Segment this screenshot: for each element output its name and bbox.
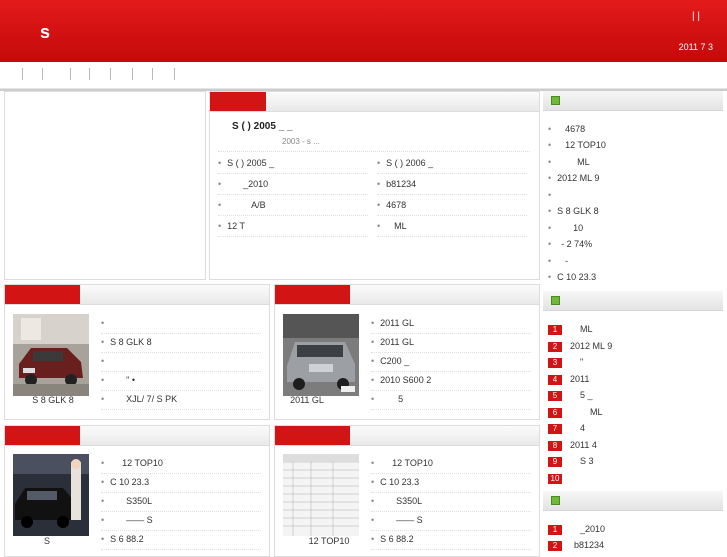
list-item[interactable]: • —— S bbox=[371, 510, 531, 531]
news-section-1: S 8 GLK 8 • • S 8 GLK 8 • • " • • XJL/ 7/ S… bbox=[4, 284, 270, 420]
sidebar-item[interactable]: • S 8 GLK 8 bbox=[548, 203, 720, 219]
ranked-item[interactable]: 8 2011 4 bbox=[548, 437, 720, 453]
list-item[interactable]: • A/B bbox=[218, 195, 368, 216]
main-nav bbox=[0, 62, 727, 89]
section-header-bar bbox=[5, 285, 269, 305]
spec-table-image[interactable] bbox=[283, 454, 359, 536]
green-arrow-icon bbox=[551, 296, 560, 305]
list-item[interactable]: • C 10 23.3 bbox=[101, 472, 261, 493]
ranked-item[interactable]: 6 ML bbox=[548, 404, 720, 420]
list-item[interactable]: • ML bbox=[377, 216, 527, 237]
list-item[interactable]: • bbox=[101, 351, 261, 372]
sidebar-item[interactable]: • 12 TOP10 bbox=[548, 137, 720, 153]
list-item[interactable]: • " • bbox=[101, 370, 261, 391]
feature-news-box: S ( ) 2005 _ _ 2003 - s ... • S ( ) 2005 … bbox=[209, 91, 540, 280]
header-date: 2011 7 3 bbox=[678, 42, 713, 52]
ranked-item[interactable]: 4 2011 bbox=[548, 371, 720, 387]
sidebar-item[interactable]: • - 2 74% bbox=[548, 236, 720, 252]
sidebar-header-3 bbox=[543, 491, 723, 511]
green-arrow-icon bbox=[551, 96, 560, 105]
ranked-item[interactable]: 2 2012 ML 9 bbox=[548, 338, 720, 354]
list-item[interactable]: • S ( ) 2005 _ bbox=[218, 153, 368, 174]
feature-header-bar bbox=[210, 92, 539, 112]
site-logo[interactable]: s bbox=[40, 22, 50, 43]
section-tab[interactable] bbox=[275, 285, 350, 304]
feature-headline[interactable]: S ( ) 2005 _ _ bbox=[232, 121, 293, 132]
section-tab[interactable] bbox=[5, 285, 80, 304]
list-item[interactable]: • C200 _ bbox=[371, 351, 531, 372]
nav-item-2[interactable] bbox=[42, 68, 43, 80]
sidebar-item[interactable]: • bbox=[548, 187, 720, 203]
sidebar-item[interactable]: • C 10 23.3 bbox=[548, 269, 720, 285]
list-item[interactable]: • S350L bbox=[371, 491, 531, 512]
ranked-item[interactable]: 55 _ bbox=[548, 387, 720, 403]
list-item[interactable]: • 12 T bbox=[218, 216, 368, 237]
list-item[interactable]: • 2011 GL bbox=[371, 313, 531, 334]
slideshow-box[interactable] bbox=[4, 91, 206, 280]
list-item[interactable]: • C 10 23.3 bbox=[371, 472, 531, 493]
ranked-item[interactable]: 10 bbox=[548, 470, 720, 486]
ranked-item[interactable]: 1 _2010 bbox=[548, 521, 720, 537]
ranked-item[interactable]: 9S 3 bbox=[548, 453, 720, 469]
nav-item-3[interactable] bbox=[70, 68, 71, 80]
feature-tab[interactable] bbox=[210, 92, 266, 111]
sidebar-item[interactable]: • 10 bbox=[548, 220, 720, 236]
nav-item-4[interactable] bbox=[89, 68, 90, 80]
car-photo[interactable] bbox=[13, 314, 89, 396]
list-item[interactable]: • b81234 bbox=[377, 174, 527, 195]
sidebar-item[interactable]: • ML bbox=[548, 154, 720, 170]
list-item[interactable]: • 2010 S600 2 bbox=[371, 370, 531, 391]
green-arrow-icon bbox=[551, 496, 560, 505]
nav-item-5[interactable] bbox=[110, 68, 111, 80]
list-item[interactable]: • 2011 GL bbox=[371, 332, 531, 353]
nav-item-7[interactable] bbox=[152, 68, 153, 80]
list-item[interactable]: • bbox=[101, 313, 261, 334]
list-item[interactable]: • S 8 GLK 8 bbox=[101, 332, 261, 353]
car-photo[interactable] bbox=[283, 314, 359, 396]
sidebar-header-1 bbox=[543, 91, 723, 111]
section-tab[interactable] bbox=[275, 426, 350, 445]
section-header-bar bbox=[275, 285, 539, 305]
divider bbox=[218, 151, 530, 152]
list-item[interactable]: • _2010 bbox=[218, 174, 368, 195]
list-item[interactable]: • S 6 88.2 bbox=[371, 529, 531, 550]
sidebar-item[interactable]: • - bbox=[548, 253, 720, 269]
list-item[interactable]: • 12 TOP10 bbox=[371, 453, 531, 474]
nav-item-6[interactable] bbox=[132, 68, 133, 80]
list-item[interactable]: • XJL/ 7/ S PK bbox=[101, 389, 261, 410]
news-section-4: 12 TOP10 • 12 TOP10 • C 10 23.3 • S350L • ——… bbox=[274, 425, 540, 557]
sidebar-item[interactable]: • 2012 ML 9 bbox=[548, 170, 720, 186]
news-section-2: 2011 GL • 2011 GL • 2011 GL • C200 _ • 2010 … bbox=[274, 284, 540, 420]
list-item[interactable]: • S350L bbox=[101, 491, 261, 512]
list-item[interactable]: • 12 TOP10 bbox=[101, 453, 261, 474]
list-item[interactable]: • S ( ) 2006 _ bbox=[377, 153, 527, 174]
photo-caption[interactable]: 2011 GL bbox=[275, 395, 339, 405]
ranked-item[interactable]: 2 b81234 bbox=[548, 537, 720, 553]
sidebar-item[interactable]: • 4678 bbox=[548, 121, 720, 137]
list-item[interactable]: • S 6 88.2 bbox=[101, 529, 261, 550]
section-header-bar bbox=[275, 426, 539, 446]
ranked-item[interactable]: 74 bbox=[548, 420, 720, 436]
header-links[interactable]: | | bbox=[692, 11, 700, 22]
nav-item-8[interactable] bbox=[174, 68, 175, 80]
nav-item-1[interactable] bbox=[22, 68, 23, 80]
list-item[interactable]: • 4678 bbox=[377, 195, 527, 216]
list-item[interactable]: • —— S bbox=[101, 510, 261, 531]
ranked-item[interactable]: 3 " bbox=[548, 354, 720, 370]
site-header: s | | 2011 7 3 bbox=[0, 0, 727, 62]
ranked-item[interactable]: 1 ML bbox=[548, 321, 720, 337]
section-tab[interactable] bbox=[5, 426, 80, 445]
photo-caption[interactable]: S 8 GLK 8 bbox=[5, 395, 101, 405]
news-section-3: S • 12 TOP10 • C 10 23.3 • S350L • —— S • S 6… bbox=[4, 425, 270, 557]
sidebar-header-2 bbox=[543, 291, 723, 311]
section-header-bar bbox=[5, 426, 269, 446]
feature-summary: 2003 - s ... bbox=[282, 137, 320, 146]
car-photo[interactable] bbox=[13, 454, 89, 536]
list-item[interactable]: • 5 bbox=[371, 389, 531, 410]
